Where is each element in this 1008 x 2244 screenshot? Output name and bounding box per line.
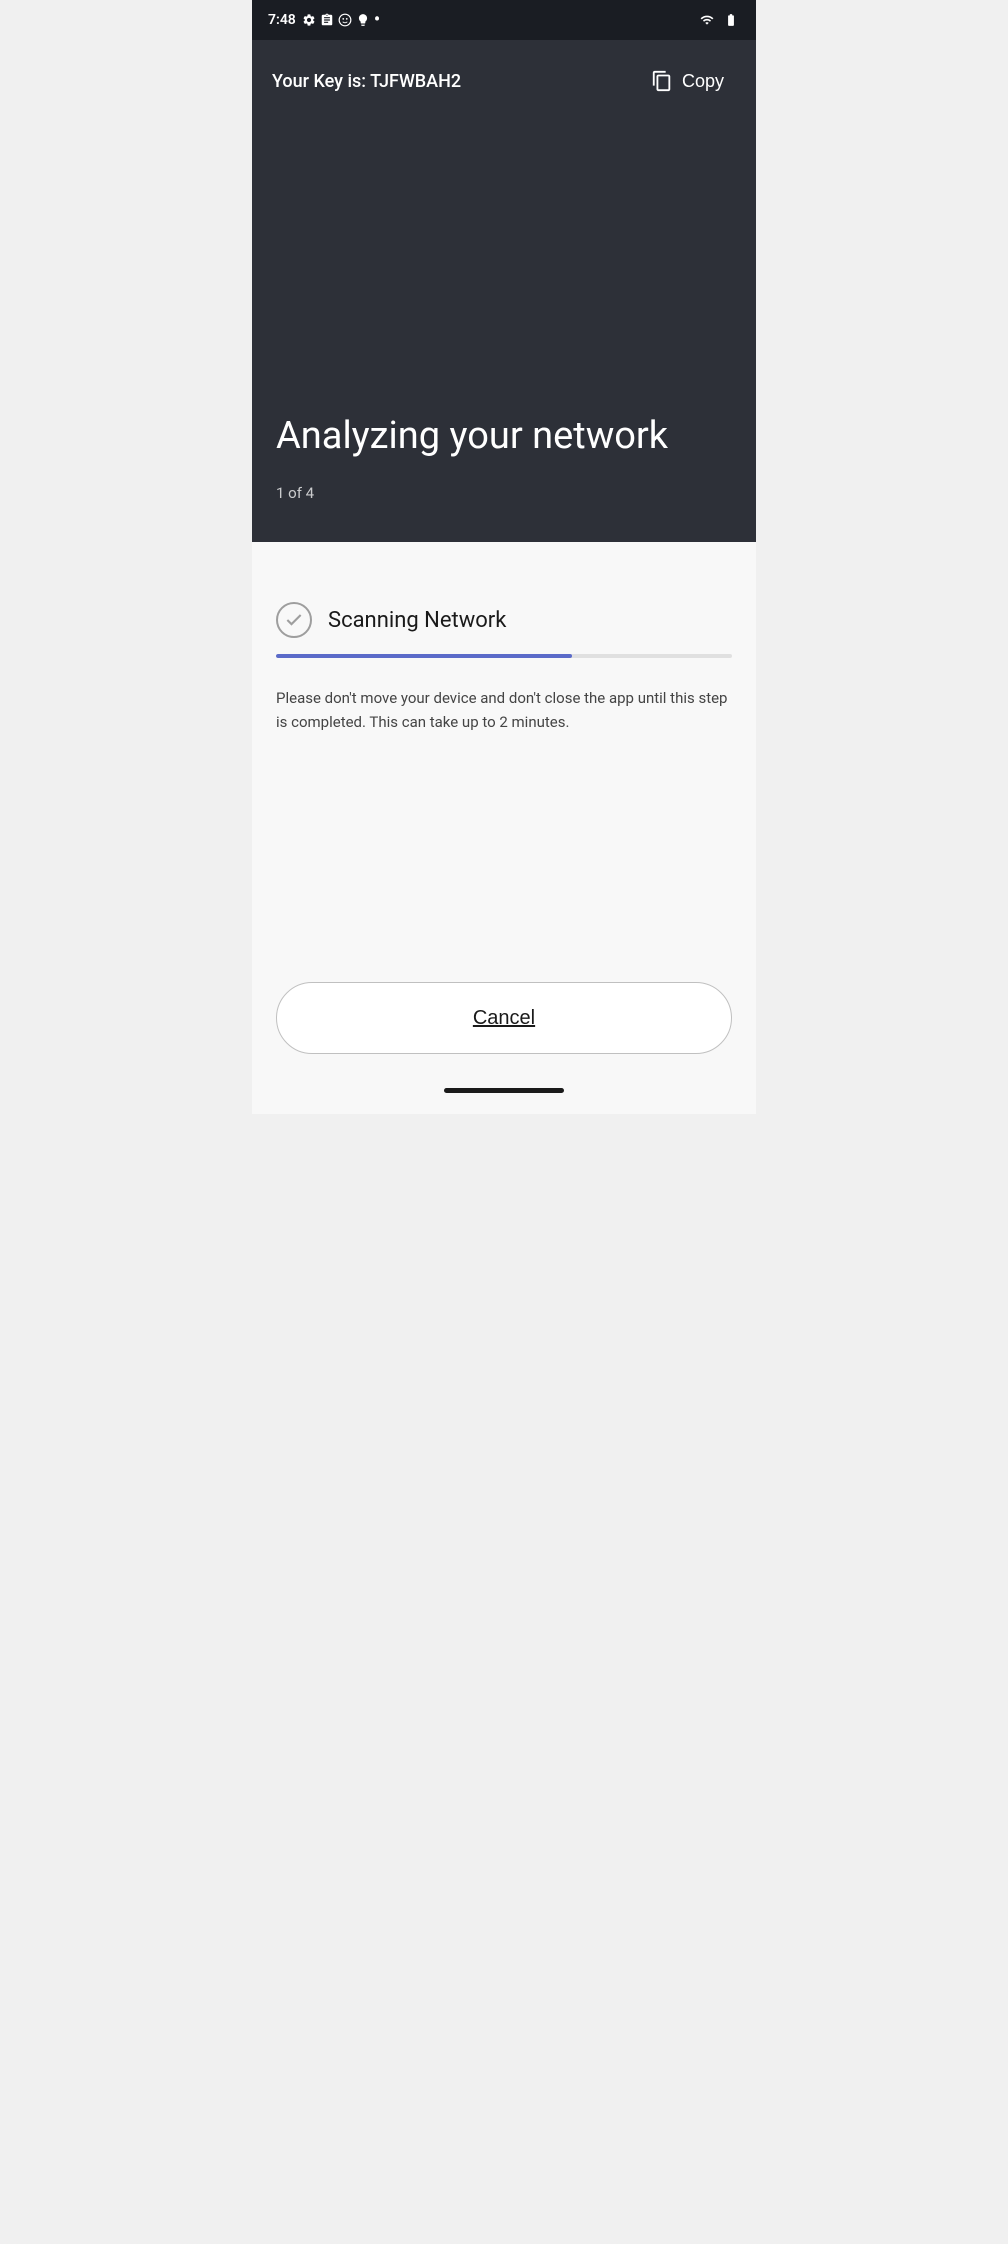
status-left: 7:48 •: [268, 11, 380, 29]
content-section: Scanning Network Please don't move your …: [252, 542, 756, 982]
copy-button[interactable]: Copy: [638, 61, 736, 101]
hero-section: Analyzing your network 1 of 4: [252, 122, 756, 542]
scanning-row: Scanning Network: [276, 602, 732, 638]
description-text: Please don't move your device and don't …: [276, 686, 732, 734]
home-indicator: [252, 1074, 756, 1114]
status-bar: 7:48 •: [252, 0, 756, 40]
key-bar: Your Key is: TJFWBAH2 Copy: [252, 40, 756, 122]
cancel-button[interactable]: Cancel: [276, 982, 732, 1054]
face-icon: [338, 13, 352, 27]
dot-indicator: •: [374, 11, 380, 29]
status-right: [698, 13, 740, 27]
cancel-label: Cancel: [473, 1007, 535, 1030]
cancel-section: Cancel: [252, 982, 756, 1074]
key-text: Your Key is: TJFWBAH2: [272, 71, 461, 92]
home-bar: [444, 1088, 564, 1093]
copy-icon: [650, 69, 674, 93]
bulb-icon: [356, 13, 370, 27]
gear-icon: [302, 13, 316, 27]
progress-bar: [276, 654, 732, 658]
scanning-label: Scanning Network: [328, 608, 506, 633]
wifi-icon: [698, 13, 716, 27]
hero-step: 1 of 4: [276, 484, 732, 502]
status-icons: •: [302, 11, 380, 29]
copy-label: Copy: [682, 71, 724, 92]
clipboard-icon: [320, 13, 334, 27]
status-time: 7:48: [268, 12, 296, 28]
progress-bar-fill: [276, 654, 572, 658]
hero-title: Analyzing your network: [276, 414, 732, 460]
battery-icon: [722, 13, 740, 27]
check-circle-icon: [276, 602, 312, 638]
